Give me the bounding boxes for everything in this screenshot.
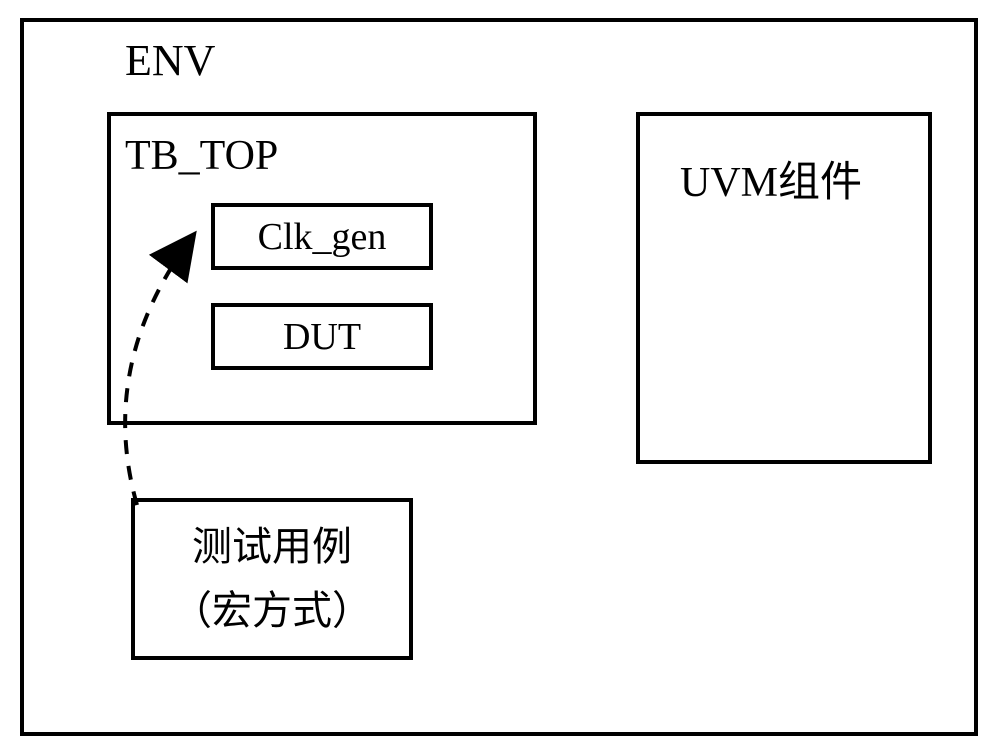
testcase-box: 测试用例 （宏方式） [131, 498, 413, 660]
tb-top-label: TB_TOP [125, 132, 278, 180]
uvm-label: UVM组件 [680, 148, 862, 209]
env-label: ENV [125, 35, 215, 86]
testcase-line2: （宏方式） [172, 579, 372, 643]
clk-gen-box: Clk_gen [211, 203, 433, 270]
testcase-line1: 测试用例 [192, 515, 352, 579]
dut-box: DUT [211, 303, 433, 370]
dut-label: DUT [283, 315, 361, 359]
clk-gen-label: Clk_gen [258, 215, 387, 259]
